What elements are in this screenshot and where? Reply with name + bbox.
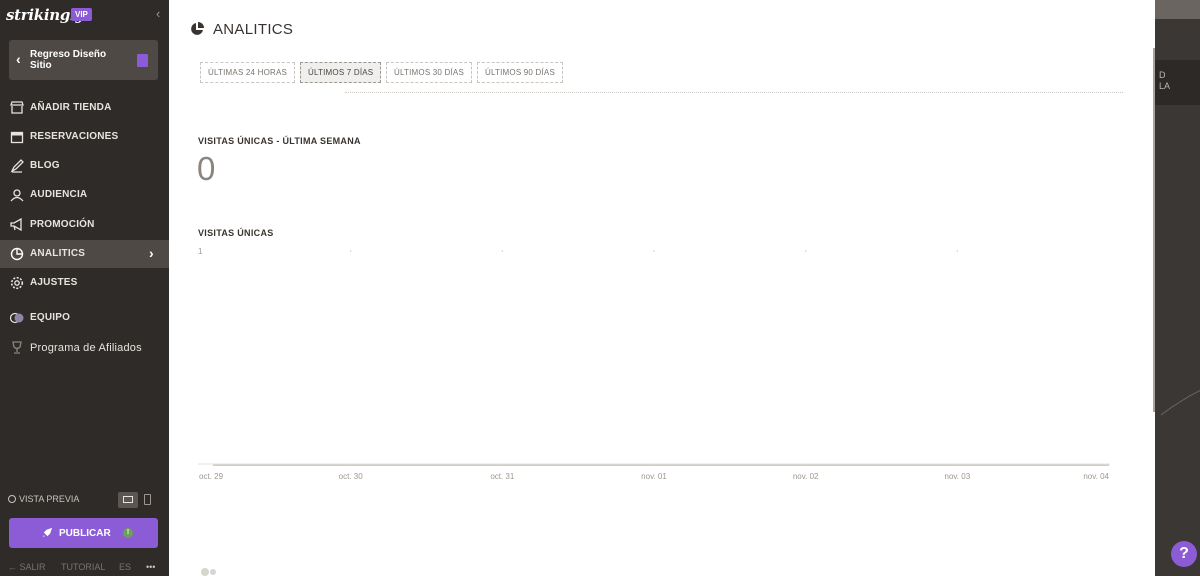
search-icon: [8, 495, 16, 503]
sidebar-item-blog[interactable]: BLOG: [0, 152, 169, 180]
preview-decoration: [1161, 389, 1200, 416]
back-to-site-design-button[interactable]: ‹ Regreso Diseño Sitio: [9, 40, 158, 80]
sidebar-item-reservaciones[interactable]: RESERVACIONES: [0, 123, 169, 151]
help-button[interactable]: ?: [1171, 541, 1197, 567]
y-tick-label: 1: [198, 247, 203, 256]
sidebar-item-equipo[interactable]: EQUIPO: [0, 304, 169, 332]
x-tick-label: oct. 29: [199, 472, 224, 481]
publish-label: PUBLICAR: [59, 528, 111, 539]
data-point: [804, 463, 807, 465]
sidebar-item-audiencia[interactable]: AUDIENCIA: [0, 181, 169, 209]
preview-header: [1155, 0, 1200, 19]
calendar-icon: [10, 131, 24, 144]
tab-last-30-days[interactable]: ÚLTIMOS 30 DÍAS: [386, 62, 472, 83]
megaphone-icon: [10, 218, 22, 232]
exit-link[interactable]: ← SALIR: [8, 562, 46, 572]
unique-visits-week-value: 0: [197, 150, 216, 187]
x-tick-label: nov. 02: [793, 472, 819, 481]
tab-last-24-hours[interactable]: ÚLTIMAS 24 HORAS: [200, 62, 296, 83]
preview-toggle[interactable]: VISTA PREVIA: [8, 494, 79, 504]
grid-tick: [501, 250, 503, 252]
x-tick-label: nov. 01: [641, 472, 667, 481]
sidebar-item-label: EQUIPO: [30, 312, 71, 323]
chevron-left-icon: ‹: [16, 51, 21, 67]
pie-chart-icon: [10, 247, 24, 261]
sidebar-item-label: AUDIENCIA: [30, 189, 88, 200]
store-icon: [10, 101, 24, 114]
preview-label: VISTA PREVIA: [19, 494, 80, 504]
x-tick-label: oct. 30: [339, 472, 364, 481]
sidebar-item-label: ANALITICS: [30, 248, 86, 259]
unique-visits-chart: 1 oct. 29 oct. 30 oct. 31 nov. 01 nov. 02 nov.…: [198, 247, 1110, 481]
sidebar-item-a-adir-tienda[interactable]: AÑADIR TIENDA: [0, 94, 169, 122]
sidebar-item-label: PROMOCIÓN: [30, 219, 95, 230]
grid-tick: [653, 250, 655, 252]
people-icon: [10, 189, 24, 202]
publish-alert-badge: !: [123, 528, 133, 538]
page-title: ANALITICS: [191, 21, 293, 38]
sidebar-item-label: AÑADIR TIENDA: [30, 102, 112, 113]
team-icon: [10, 312, 24, 324]
sidebar-item-promoci-n[interactable]: PROMOCIÓN: [0, 211, 169, 239]
data-point: [349, 463, 352, 465]
sidebar-item-programa-de-afiliados[interactable]: Programa de Afiliados: [0, 334, 169, 362]
data-point: [956, 463, 959, 465]
grid-tick: [956, 250, 958, 252]
tab-last-7-days[interactable]: ÚLTIMOS 7 DÍAS: [300, 62, 382, 83]
language-selector[interactable]: ES: [119, 562, 131, 572]
data-point: [1108, 463, 1110, 465]
data-point: [198, 463, 200, 465]
grid-tick: [350, 250, 352, 252]
pen-icon: [10, 159, 24, 173]
desktop-icon: [123, 496, 133, 503]
desktop-preview-button[interactable]: [118, 492, 138, 508]
collapse-sidebar-icon[interactable]: ‹: [156, 6, 160, 21]
unique-visits-week-label: VISITAS ÚNICAS - ÚLTIMA SEMANA: [198, 136, 361, 146]
sidebar-item-label: BLOG: [30, 160, 60, 171]
tabs-divider: [345, 92, 1123, 93]
back-button-label: Regreso Diseño Sitio: [30, 49, 107, 71]
trophy-icon: [12, 341, 22, 354]
preview-section: D LA: [1155, 60, 1200, 105]
grid-tick: [805, 250, 807, 252]
data-point: [653, 463, 655, 465]
sidebar-item-ajustes[interactable]: AJUSTES: [0, 269, 169, 297]
exit-label: SALIR: [19, 562, 46, 572]
rocket-icon: [42, 527, 53, 538]
preview-text: D LA: [1159, 70, 1171, 91]
x-tick-label: nov. 04: [1083, 472, 1109, 481]
unique-visits-chart-label: VISITAS ÚNICAS: [198, 228, 274, 238]
tab-last-90-days[interactable]: ÚLTIMOS 90 DÍAS: [477, 62, 563, 83]
loading-icon: [201, 568, 216, 576]
site-preview-strip[interactable]: D LA: [1155, 0, 1200, 576]
tutorial-link[interactable]: TUTORIAL: [61, 562, 105, 572]
analytics-panel: ANALITICS ÚLTIMAS 24 HORAS ÚLTIMOS 7 DÍA…: [169, 0, 1155, 576]
chevron-right-icon: ›: [149, 245, 154, 261]
x-tick-label: oct. 31: [490, 472, 515, 481]
more-options-icon[interactable]: •••: [146, 562, 155, 572]
sidebar: strikingly VIP ‹ ‹ Regreso Diseño Sitio …: [0, 0, 169, 576]
pie-chart-icon: [191, 22, 204, 35]
x-tick-label: nov. 03: [945, 472, 971, 481]
vip-badge: VIP: [71, 8, 92, 21]
sidebar-item-analitics[interactable]: ANALITICS ›: [0, 240, 169, 268]
publish-button[interactable]: PUBLICAR !: [9, 518, 158, 548]
gear-icon: [10, 276, 24, 290]
page-title-text: ANALITICS: [213, 21, 294, 38]
sidebar-item-label: RESERVACIONES: [30, 131, 119, 142]
mobile-preview-button[interactable]: [144, 494, 151, 505]
sidebar-item-label: AJUSTES: [30, 277, 78, 288]
sidebar-item-label: Programa de Afiliados: [30, 342, 142, 354]
data-point: [501, 463, 504, 465]
site-thumbnail-icon: [137, 54, 148, 67]
